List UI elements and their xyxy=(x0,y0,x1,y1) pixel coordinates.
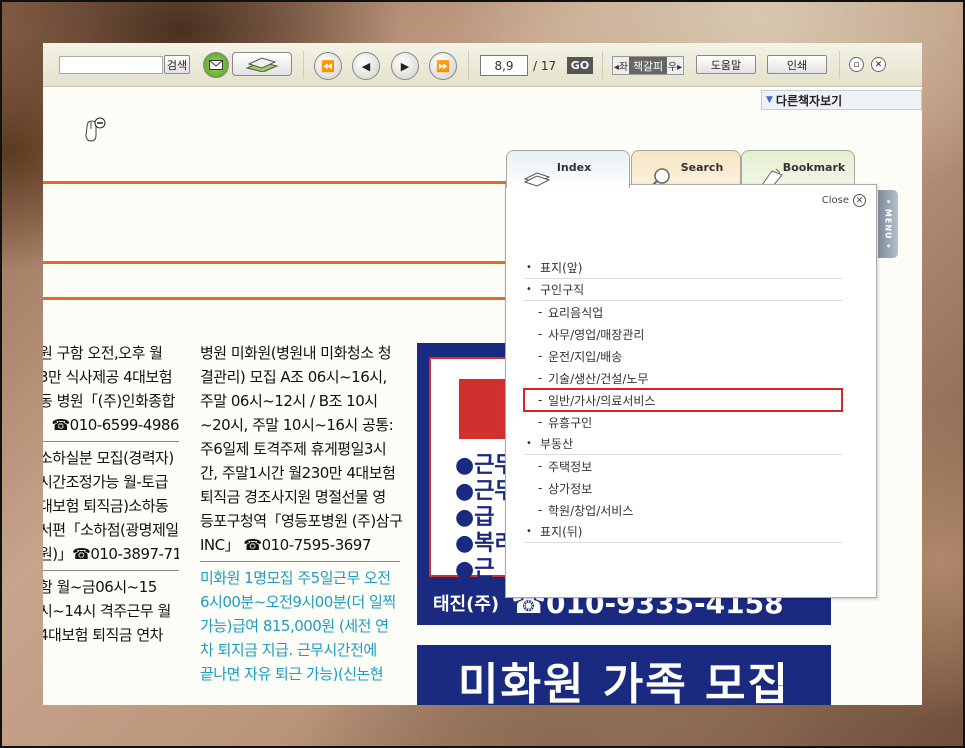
index-subcategory-item[interactable]: 요리음식업 xyxy=(524,301,842,323)
restore-window-icon[interactable]: ▫ xyxy=(849,57,864,72)
index-item-label: 표지(뒤) xyxy=(540,525,583,539)
index-subcategory-item[interactable]: 사무/영업/매장관리 xyxy=(524,323,842,345)
bookmark-flip-control[interactable]: ◂좌 책갈피 우▸ xyxy=(612,56,684,75)
index-item-label: 운전/지입/배송 xyxy=(548,349,623,364)
index-subcategory-item[interactable]: 학원/창업/서비스 xyxy=(524,499,842,521)
chevron-down-icon: ▼ xyxy=(766,95,773,105)
panel-close-button[interactable]: Close ✕ xyxy=(822,194,866,207)
index-item-label: 상가정보 xyxy=(548,481,593,496)
tab-search[interactable]: Search xyxy=(631,150,741,188)
index-item-label: 기술/생산/건설/노무 xyxy=(548,371,649,386)
index-item-label: 구인구직 xyxy=(540,283,585,297)
close-icon[interactable]: ✕ xyxy=(853,194,866,207)
page-total: / 17 xyxy=(533,59,557,73)
close-window-icon[interactable]: ✕ xyxy=(871,57,886,72)
tab-bookmark[interactable]: Bookmark xyxy=(741,150,855,188)
page-rule-1 xyxy=(43,181,513,184)
classified-column-a: 원 구함 오전,오후 월 3만 식사제공 4대보험 동 병원「(주)인화종합 ☎… xyxy=(43,341,179,647)
classified-column-b: 병원 미화원(병원내 미화청소 청 결관리) 모집 A조 06시~16시, 주말… xyxy=(200,344,403,683)
help-button[interactable]: 도움말 xyxy=(696,55,756,74)
index-panel: Close ✕ 표지(앞) 구인구직요리음식업사무/영업/매장관리운전/지입/배송… xyxy=(505,184,877,598)
index-item-label: 일반/가사/의료서비스 xyxy=(548,393,656,408)
index-item-label: 사무/영업/매장관리 xyxy=(548,327,645,342)
book-view-button[interactable] xyxy=(232,52,292,76)
last-page-button[interactable]: ⏩ xyxy=(429,52,457,80)
index-category-item[interactable]: 표지(앞) xyxy=(524,257,842,279)
tab-index[interactable]: Index xyxy=(506,150,630,188)
index-item-label: 유흥구인 xyxy=(548,415,593,430)
go-button[interactable]: GO xyxy=(567,57,593,74)
classified-ad-title: 미화원 가족 모집 xyxy=(417,645,831,705)
menu-side-tab[interactable]: • MENU • xyxy=(878,190,898,258)
other-books-label: 다른책자보기 xyxy=(775,93,843,108)
prev-page-button[interactable]: ◀ xyxy=(352,52,380,80)
flip-left-icon[interactable]: ◂좌 xyxy=(613,58,629,73)
index-subcategory-item[interactable]: 기술/생산/건설/노무 xyxy=(524,367,842,389)
email-icon[interactable] xyxy=(203,52,229,78)
index-category-item[interactable]: 표지(뒤) xyxy=(524,521,842,543)
zoom-out-cursor-icon xyxy=(83,117,107,145)
index-item-label: 요리음식업 xyxy=(548,305,604,320)
other-books-toggle[interactable]: ▼ 다른책자보기 xyxy=(761,90,922,110)
index-item-label: 주택정보 xyxy=(548,459,593,474)
index-item-label: 표지(앞) xyxy=(540,261,583,275)
print-button[interactable]: 인쇄 xyxy=(767,55,827,74)
search-input[interactable] xyxy=(59,56,163,74)
index-subcategory-item[interactable]: 일반/가사/의료서비스 xyxy=(523,388,843,412)
index-subcategory-item[interactable]: 운전/지입/배송 xyxy=(524,345,842,367)
page-number-input[interactable]: 8,9 xyxy=(480,55,528,76)
page-rule-3 xyxy=(43,297,513,300)
first-page-button[interactable]: ⏪ xyxy=(314,52,342,80)
index-subcategory-item[interactable]: 유흥구인 xyxy=(524,411,842,433)
search-button[interactable]: 검색 xyxy=(164,55,190,74)
toolbar: 검색 ⏪ ◀ ▶ ⏩ 8,9 / 17 GO ◂좌 책갈피 우▸ 도움말 인쇄 … xyxy=(43,43,922,87)
page-rule-2 xyxy=(43,261,513,264)
index-subcategory-item[interactable]: 주택정보 xyxy=(524,455,842,477)
index-item-label: 학원/창업/서비스 xyxy=(548,503,634,518)
index-category-item[interactable]: 부동산 xyxy=(524,433,842,455)
flip-label: 책갈피 xyxy=(629,57,667,74)
index-subcategory-item[interactable]: 상가정보 xyxy=(524,477,842,499)
index-list: 표지(앞) 구인구직요리음식업사무/영업/매장관리운전/지입/배송기술/생산/건설… xyxy=(523,257,843,543)
index-item-label: 부동산 xyxy=(540,437,574,451)
flip-right-icon[interactable]: 우▸ xyxy=(667,58,683,73)
index-category-item[interactable]: 구인구직 xyxy=(524,279,842,301)
next-page-button[interactable]: ▶ xyxy=(391,52,419,80)
